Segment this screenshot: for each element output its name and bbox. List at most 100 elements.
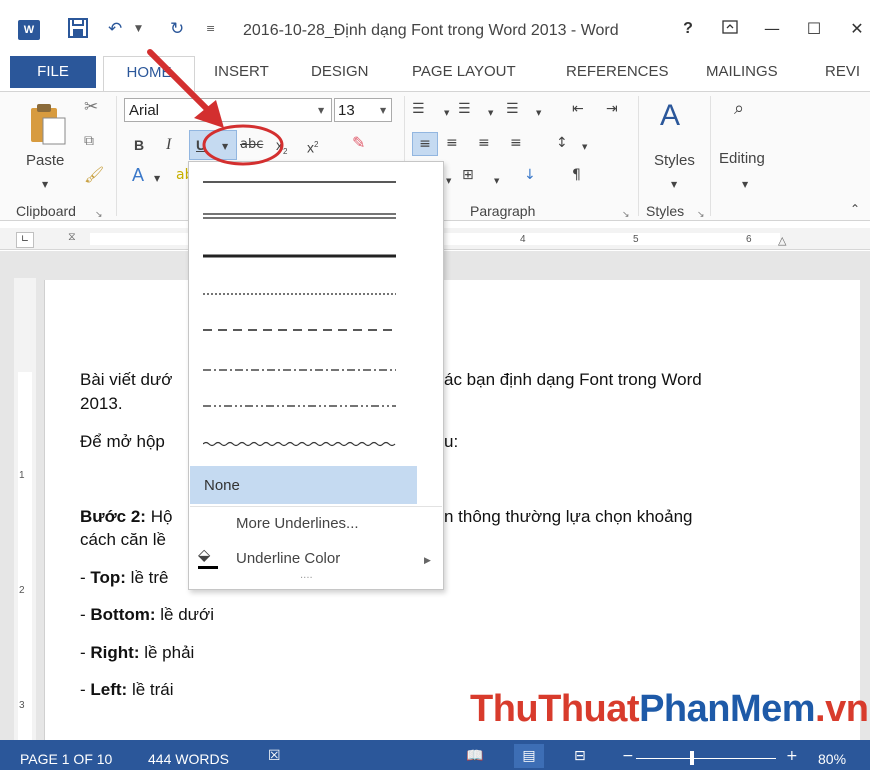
more-underlines-item[interactable]: More Underlines... (236, 515, 359, 532)
undo-dropdown-icon[interactable]: ▼ (135, 18, 142, 40)
line-spacing-dropdown-icon[interactable]: ▼ (582, 138, 587, 156)
page-count-status[interactable]: PAGE 1 OF 10 (20, 751, 112, 767)
borders-dropdown-icon[interactable]: ▼ (494, 172, 499, 190)
underline-dot-dash[interactable] (203, 366, 396, 374)
ribbon-display-options-icon[interactable] (718, 17, 742, 41)
numbering-icon[interactable]: ☰ (458, 100, 471, 118)
save-icon[interactable] (68, 18, 88, 40)
decrease-indent-icon[interactable]: ⇤ (572, 100, 584, 118)
doc-line-intro: Bài viết dướ (80, 370, 173, 389)
tab-design[interactable]: DESIGN (311, 63, 369, 80)
format-painter-icon[interactable]: 🖌 (84, 166, 104, 184)
clipboard-launcher-icon[interactable]: ↘ (95, 206, 103, 224)
underline-dashed[interactable] (203, 326, 396, 334)
underline-color-icon: ⬙ (198, 545, 211, 564)
web-layout-icon[interactable]: ⊟ (574, 748, 586, 764)
clear-formatting-icon[interactable]: ✎ (352, 134, 365, 152)
doc-line-top: - Top: lề trê (80, 568, 168, 588)
close-icon[interactable]: ✕ (845, 17, 869, 41)
tab-selector-icon[interactable]: ∟ (16, 232, 34, 248)
cut-icon[interactable]: ✂ (84, 98, 98, 116)
paste-label[interactable]: Paste (26, 152, 64, 169)
bullets-dropdown-icon[interactable]: ▼ (444, 104, 449, 122)
zoom-slider[interactable] (636, 758, 776, 759)
font-size-dropdown-icon[interactable]: ▼ (380, 106, 386, 115)
zoom-slider-thumb[interactable] (690, 751, 694, 765)
styles-icon[interactable]: A (660, 98, 680, 134)
show-formatting-icon[interactable]: ¶ (572, 166, 581, 184)
editing-dropdown-icon[interactable]: ▼ (742, 176, 748, 194)
proofing-icon[interactable]: ☒ (268, 748, 281, 764)
align-right-icon[interactable]: ≡ (478, 134, 490, 152)
watermark-part2: PhanMem (639, 688, 816, 730)
align-center-icon[interactable]: ≡ (446, 134, 458, 152)
tab-mailings[interactable]: MAILINGS (706, 63, 778, 80)
paste-dropdown-icon[interactable]: ▼ (42, 176, 48, 194)
paste-icon[interactable] (25, 100, 69, 148)
submenu-arrow-icon: ▶ (424, 556, 431, 566)
print-layout-icon[interactable]: ▤ (514, 744, 544, 768)
sort-icon[interactable]: ↓ (524, 166, 536, 184)
doc-line-step2-right: n thông thường lựa chọn khoảng (444, 507, 693, 526)
redo-icon[interactable]: ↻ (170, 18, 184, 40)
font-size-value: 13 (338, 102, 355, 119)
minimize-icon[interactable]: — (760, 17, 784, 41)
vruler-number: 1 (19, 470, 25, 481)
tab-file[interactable]: FILE (10, 56, 96, 88)
watermark-part1: ThuThuat (470, 688, 640, 730)
word-app-icon[interactable]: W (18, 20, 40, 40)
multilevel-dropdown-icon[interactable]: ▼ (536, 104, 541, 122)
increase-indent-icon[interactable]: ⇥ (606, 100, 618, 118)
undo-icon[interactable]: ↶ (108, 18, 122, 40)
align-left-icon[interactable]: ≡ (412, 132, 438, 156)
doc-line-intro-right: ác bạn định dạng Font trong Word (444, 370, 702, 389)
doc-line-open-dialog: Để mở hộp (80, 432, 165, 451)
doc-step2-text: Hộ (145, 507, 173, 526)
copy-icon[interactable]: ⧉ (84, 132, 94, 150)
paragraph-launcher-icon[interactable]: ↘ (622, 206, 630, 224)
justify-icon[interactable]: ≡ (510, 134, 522, 152)
left-indent-marker-icon[interactable]: ⧖ (68, 228, 76, 246)
zoom-in-icon[interactable]: + (786, 748, 798, 764)
line-spacing-icon[interactable]: ↕ (556, 134, 568, 152)
underline-double[interactable] (203, 212, 396, 220)
doc-line-step2-end: cách căn lề (80, 530, 166, 549)
help-button[interactable]: ? (676, 17, 700, 41)
maximize-icon[interactable]: ☐ (802, 17, 826, 41)
underline-color-item[interactable]: Underline Color (236, 550, 340, 567)
editing-label[interactable]: Editing (719, 150, 765, 167)
superscript-label: x (307, 139, 314, 156)
customize-qat-icon[interactable]: ≡ (206, 18, 215, 40)
title-bar: W ↶ ▼ ↻ ≡ 2016-10-28_Định dạng Font tron… (0, 0, 870, 54)
underline-dotted[interactable] (203, 290, 396, 298)
numbering-dropdown-icon[interactable]: ▼ (488, 104, 493, 122)
font-name-dropdown-icon[interactable]: ▼ (318, 106, 324, 115)
superscript-button[interactable]: x2 (307, 136, 318, 157)
underline-wave[interactable] (203, 440, 396, 448)
vruler-number: 3 (19, 700, 25, 711)
doc-bottom-text: lề dưới (155, 605, 214, 624)
styles-launcher-icon[interactable]: ↘ (697, 206, 705, 224)
doc-dash: - (80, 643, 91, 662)
word-count-status[interactable]: 444 WORDS (148, 751, 229, 767)
read-mode-icon[interactable]: 📖 (466, 748, 483, 764)
right-indent-marker-icon[interactable]: △ (778, 232, 786, 250)
collapse-ribbon-icon[interactable]: ⌃ (850, 200, 860, 218)
underline-thick[interactable] (203, 252, 396, 260)
find-binoculars-icon[interactable]: ⌕ (734, 100, 744, 118)
shading-dropdown-icon[interactable]: ▼ (446, 172, 451, 190)
zoom-level[interactable]: 80% (818, 751, 846, 767)
doc-right-text: lề phải (139, 643, 195, 662)
bullets-icon[interactable]: ☰ (412, 100, 425, 118)
tab-page-layout[interactable]: PAGE LAYOUT (412, 63, 516, 80)
multilevel-list-icon[interactable]: ☰ (506, 100, 519, 118)
tab-review[interactable]: REVI (825, 63, 860, 80)
underline-dot-dot-dash[interactable] (203, 402, 396, 410)
menu-resize-grip-icon[interactable]: ···· (300, 570, 313, 588)
doc-left-text: lề trái (127, 680, 174, 699)
zoom-out-icon[interactable]: − (622, 748, 634, 764)
borders-icon[interactable]: ⊞ (462, 166, 474, 184)
tab-references[interactable]: REFERENCES (566, 63, 669, 80)
styles-label[interactable]: Styles (654, 152, 695, 169)
styles-dropdown-icon[interactable]: ▼ (671, 176, 677, 194)
